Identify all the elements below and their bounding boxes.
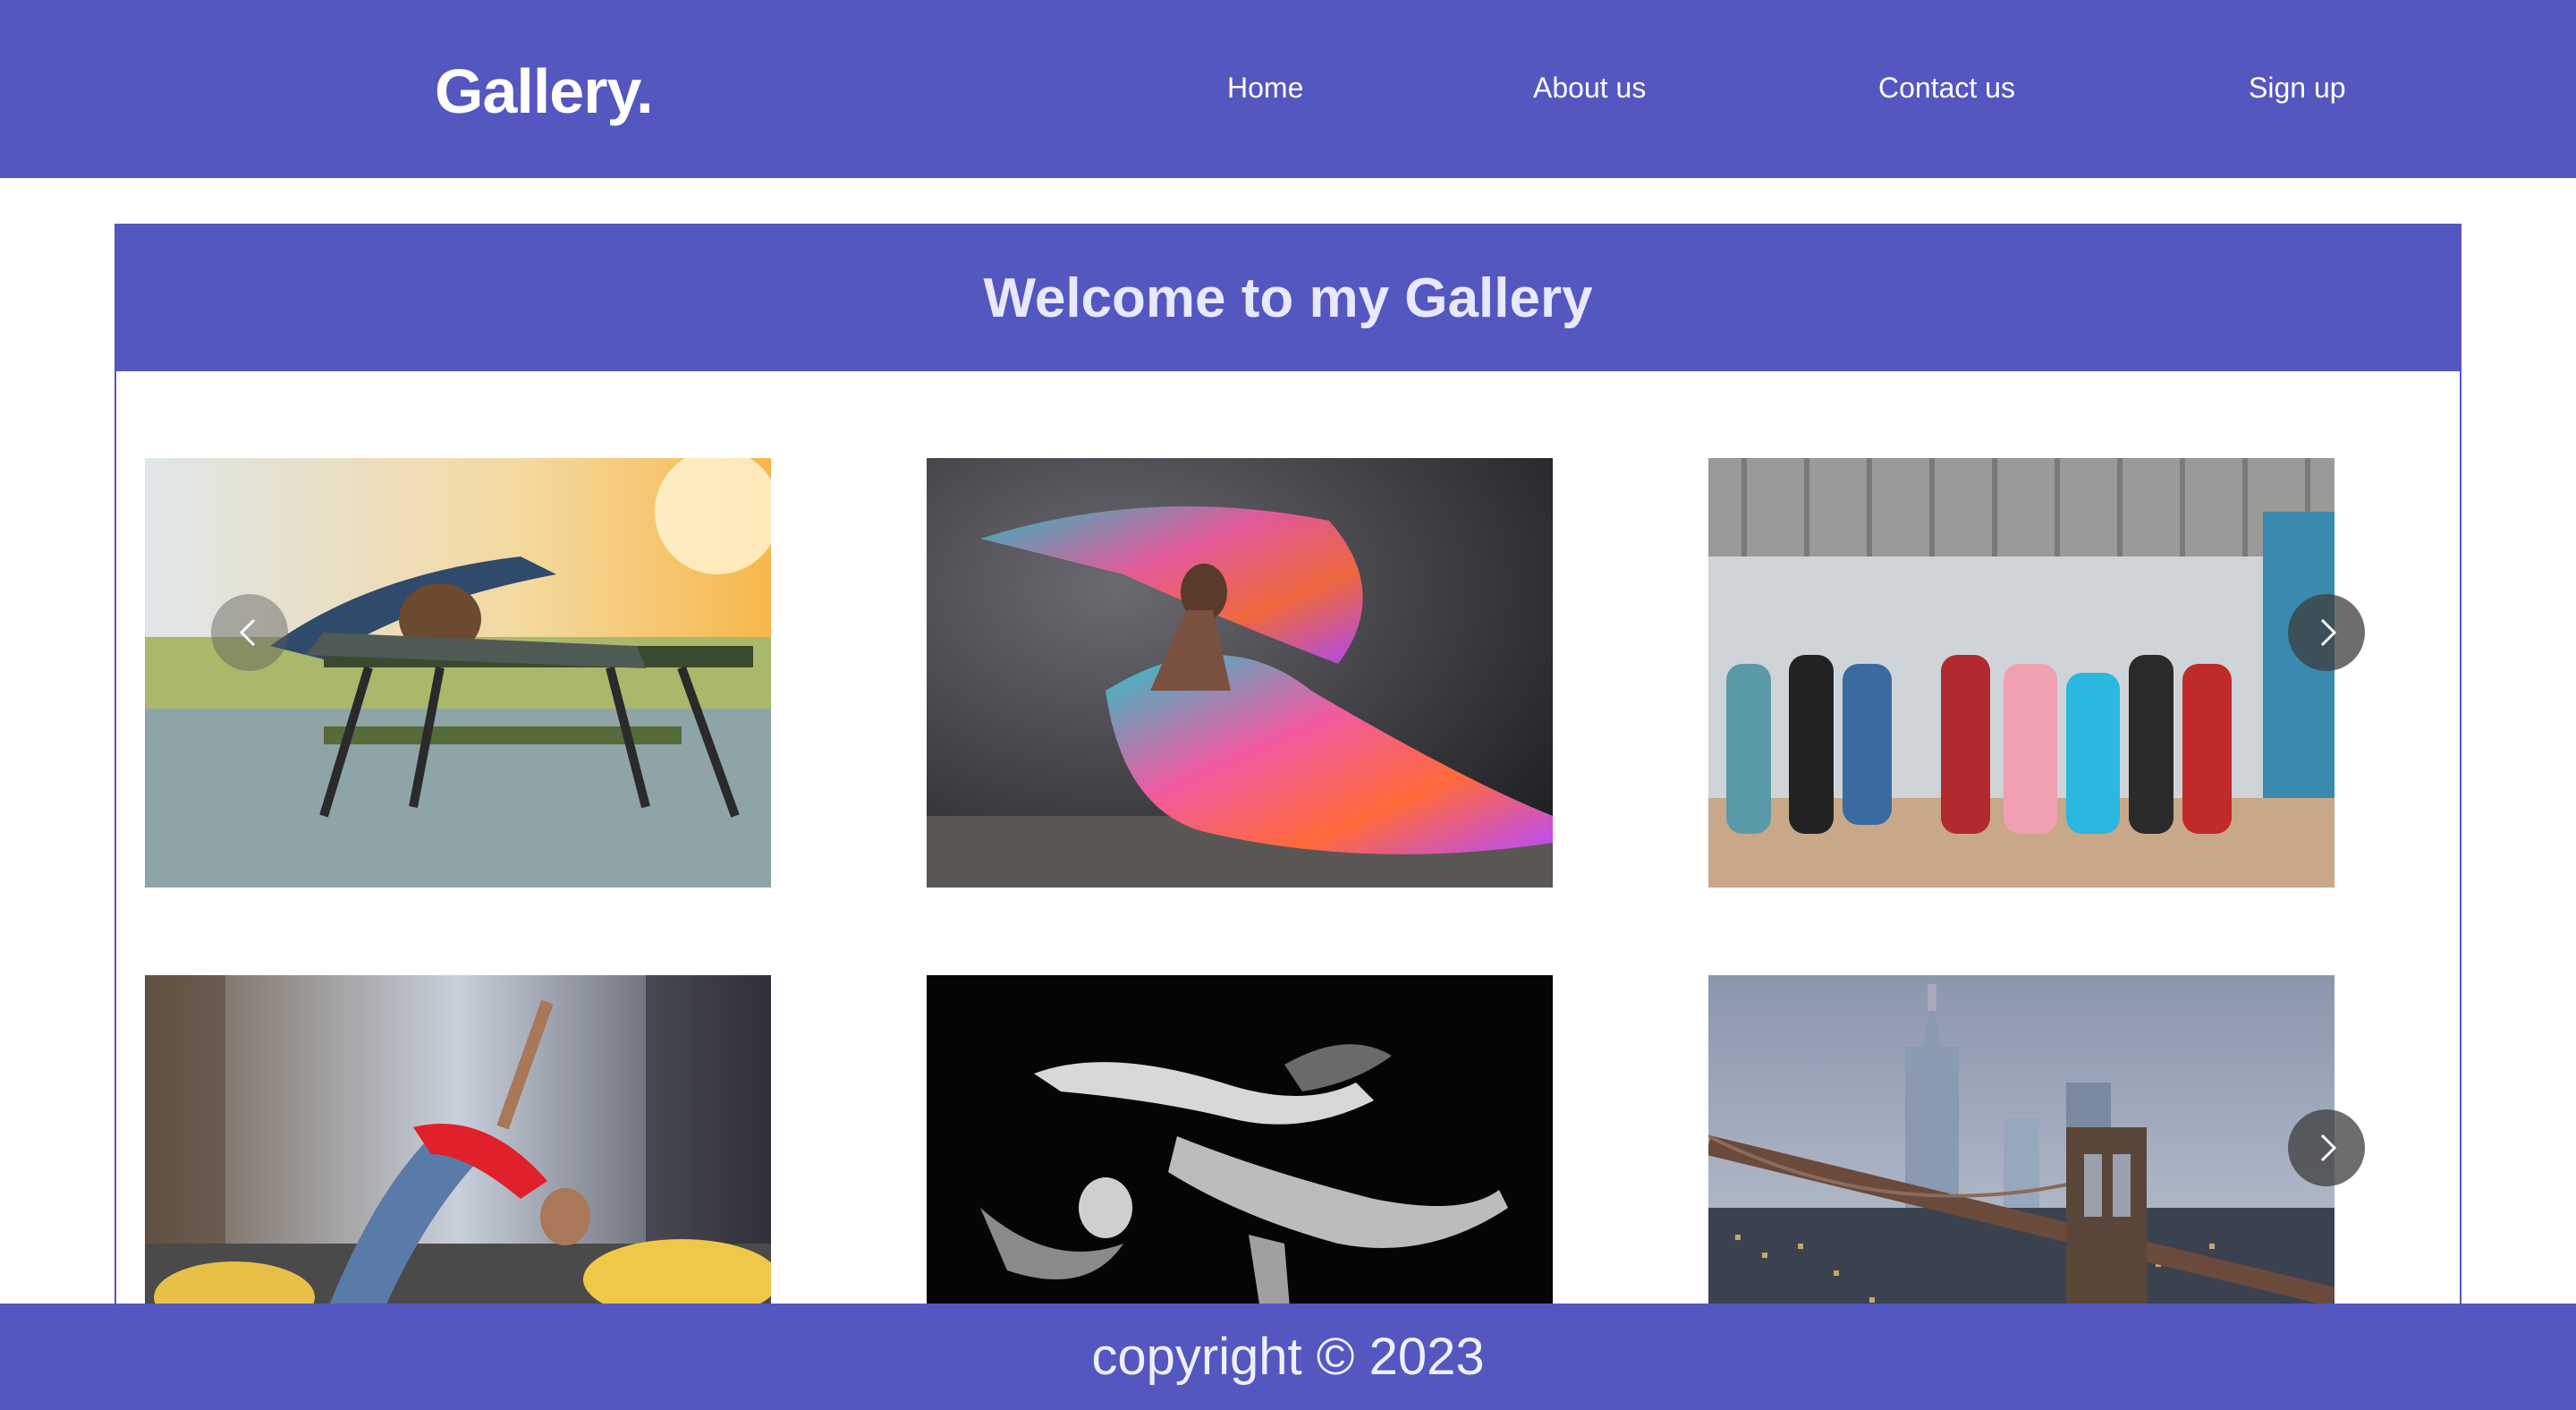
copyright-text: copyright © 2023 (1091, 1328, 1485, 1386)
gallery-header: Welcome to my Gallery (116, 225, 2460, 371)
carousel-next-button[interactable] (2288, 594, 2365, 671)
chevron-right-icon (2320, 618, 2337, 647)
nav-home[interactable]: Home (1227, 72, 1303, 105)
nav-about-us[interactable]: About us (1533, 72, 1646, 105)
navbar: Gallery. Home About us Contact us Sign u… (0, 0, 2576, 178)
carousel-prev-button[interactable] (211, 594, 288, 671)
footer: copyright © 2023 (0, 1304, 2576, 1410)
chevron-left-icon (239, 618, 256, 647)
gallery-image-dance-group-rehearsal[interactable] (1708, 458, 2334, 888)
nav-sign-up[interactable]: Sign up (2249, 72, 2346, 105)
gallery-container: Welcome to my Gallery (114, 224, 2462, 1410)
carousel-next-button-row2[interactable] (2288, 1109, 2365, 1186)
gallery-image-dancer-with-silk-veils[interactable] (927, 458, 1553, 888)
gallery-image-dancer-on-picnic-table[interactable] (145, 458, 771, 888)
chevron-right-icon (2320, 1134, 2337, 1162)
nav-contact-us[interactable]: Contact us (1878, 72, 2015, 105)
brand-logo[interactable]: Gallery. (435, 55, 654, 127)
gallery-title: Welcome to my Gallery (983, 268, 1593, 329)
